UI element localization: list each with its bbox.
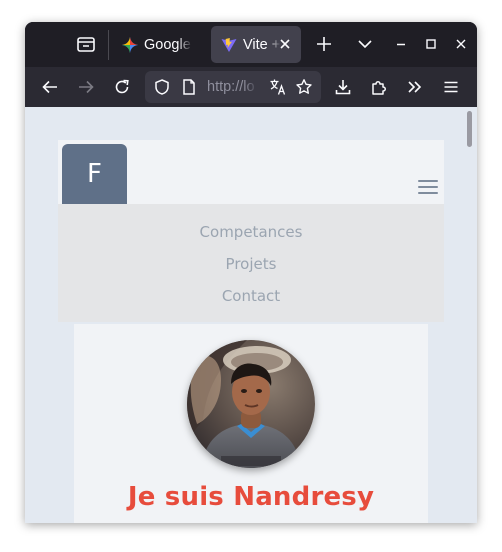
- back-icon[interactable]: [41, 78, 59, 96]
- forward-icon[interactable]: [77, 78, 95, 96]
- new-tab-icon[interactable]: [316, 36, 332, 52]
- reload-icon[interactable]: [113, 78, 131, 96]
- nav-menu: Competances Projets Contact: [58, 204, 444, 322]
- close-window-icon[interactable]: [453, 36, 469, 52]
- menu-icon[interactable]: [442, 78, 460, 96]
- tab-separator: [108, 30, 109, 60]
- nav-toolbar: http://lo: [25, 67, 477, 107]
- menu-item-competances[interactable]: Competances: [58, 223, 444, 241]
- hero-title: Je suis Nandresy: [127, 482, 375, 512]
- minimize-icon[interactable]: [393, 36, 409, 52]
- hamburger-menu-icon[interactable]: [418, 180, 438, 196]
- hero-card: Je suis Nandresy: [74, 324, 428, 523]
- browser-window: Google G Vite + R: [25, 22, 477, 523]
- site-header: F: [58, 140, 444, 204]
- close-tab-icon[interactable]: [279, 38, 291, 50]
- tab-title: Google G: [144, 36, 192, 53]
- page-viewport: F Competances Projets Contact Je suis Na…: [25, 107, 477, 523]
- tab-vite[interactable]: Vite + R: [211, 26, 301, 63]
- downloads-icon[interactable]: [334, 78, 352, 96]
- shield-icon[interactable]: [153, 78, 171, 96]
- tab-strip: Google G Vite + R: [25, 22, 477, 67]
- page-icon[interactable]: [180, 78, 198, 96]
- tab-google-gemini[interactable]: Google G: [112, 26, 202, 63]
- scrollbar-thumb[interactable]: [467, 111, 472, 147]
- tab-list-icon[interactable]: [75, 33, 97, 55]
- vite-icon: [221, 37, 237, 52]
- tab-title: Vite + R: [243, 36, 281, 53]
- overflow-icon[interactable]: [406, 78, 424, 96]
- menu-item-projets[interactable]: Projets: [58, 255, 444, 273]
- maximize-icon[interactable]: [423, 36, 439, 52]
- bookmark-star-icon[interactable]: [295, 78, 313, 96]
- list-all-tabs-icon[interactable]: [358, 38, 372, 50]
- translate-icon[interactable]: [269, 78, 287, 96]
- site-logo[interactable]: F: [62, 144, 127, 204]
- profile-avatar: [187, 340, 315, 468]
- extensions-icon[interactable]: [370, 78, 388, 96]
- url-text[interactable]: http://lo: [207, 79, 259, 95]
- menu-item-contact[interactable]: Contact: [58, 287, 444, 305]
- profile-photo: [187, 340, 315, 468]
- google-gemini-icon: [122, 36, 138, 53]
- url-bar[interactable]: http://lo: [145, 71, 321, 103]
